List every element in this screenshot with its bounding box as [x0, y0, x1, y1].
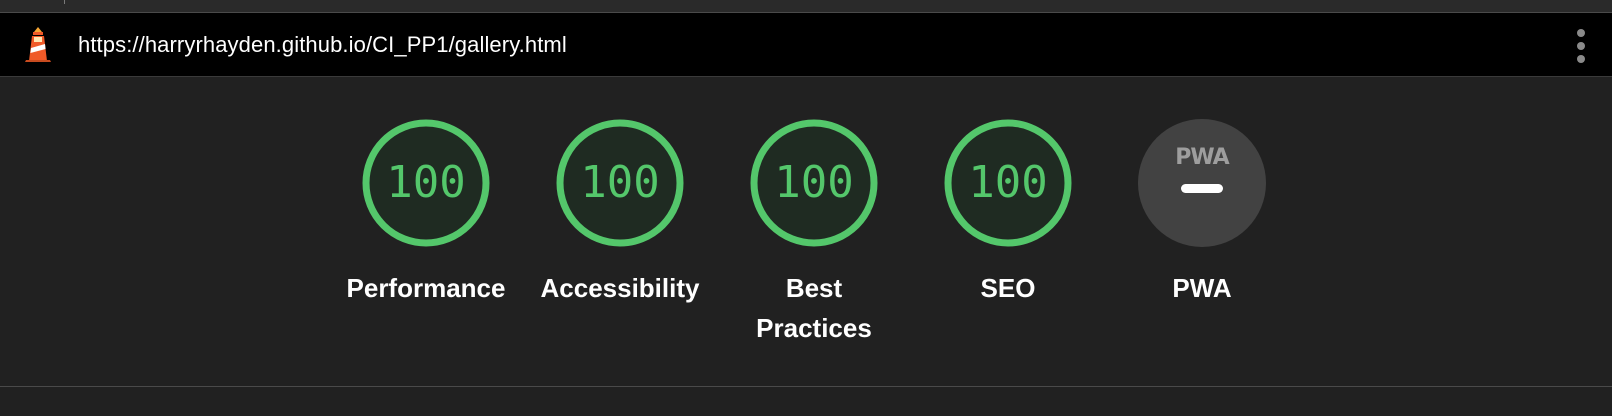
gauge-accessibility[interactable]: 100 Accessibility	[520, 118, 720, 308]
lighthouse-report: https://harryrhayden.github.io/CI_PP1/ga…	[0, 0, 1612, 416]
accessibility-label: Accessibility	[540, 273, 700, 303]
performance-score-value: 100	[386, 157, 465, 208]
gauge-performance[interactable]: 100 Performance	[326, 118, 526, 308]
performance-score-gauge: 100	[362, 119, 490, 247]
gauge-pwa[interactable]: PWA PWA	[1102, 118, 1302, 308]
section-divider	[0, 386, 1612, 387]
gauge-best-practices[interactable]: 100 Best Practices	[714, 118, 914, 348]
seo-score-value: 100	[968, 157, 1047, 208]
seo-score-gauge: 100	[944, 119, 1072, 247]
performance-label: Performance	[346, 273, 506, 303]
tab-divider	[64, 0, 65, 4]
report-url[interactable]: https://harryrhayden.github.io/CI_PP1/ga…	[78, 33, 567, 57]
pwa-dash-icon	[1181, 184, 1223, 193]
best-practices-score-gauge: 100	[750, 119, 878, 247]
pwa-label: PWA	[1172, 273, 1232, 303]
best-practices-score-value: 100	[774, 157, 853, 208]
score-gauges: 100 Performance 100 Accessibility 100 Be…	[0, 76, 1612, 386]
accessibility-score-value: 100	[580, 157, 659, 208]
top-strip	[0, 0, 1612, 13]
pwa-badge-text: PWA	[1175, 145, 1229, 170]
report-topbar: https://harryrhayden.github.io/CI_PP1/ga…	[0, 13, 1612, 77]
seo-label: SEO	[980, 273, 1036, 303]
lighthouse-icon	[25, 27, 51, 62]
more-options-icon[interactable]	[1570, 29, 1592, 63]
pwa-badge-gauge: PWA	[1138, 119, 1266, 247]
accessibility-score-gauge: 100	[556, 119, 684, 247]
best-practices-label: Best Practices	[756, 273, 872, 343]
gauge-seo[interactable]: 100 SEO	[908, 118, 1108, 308]
